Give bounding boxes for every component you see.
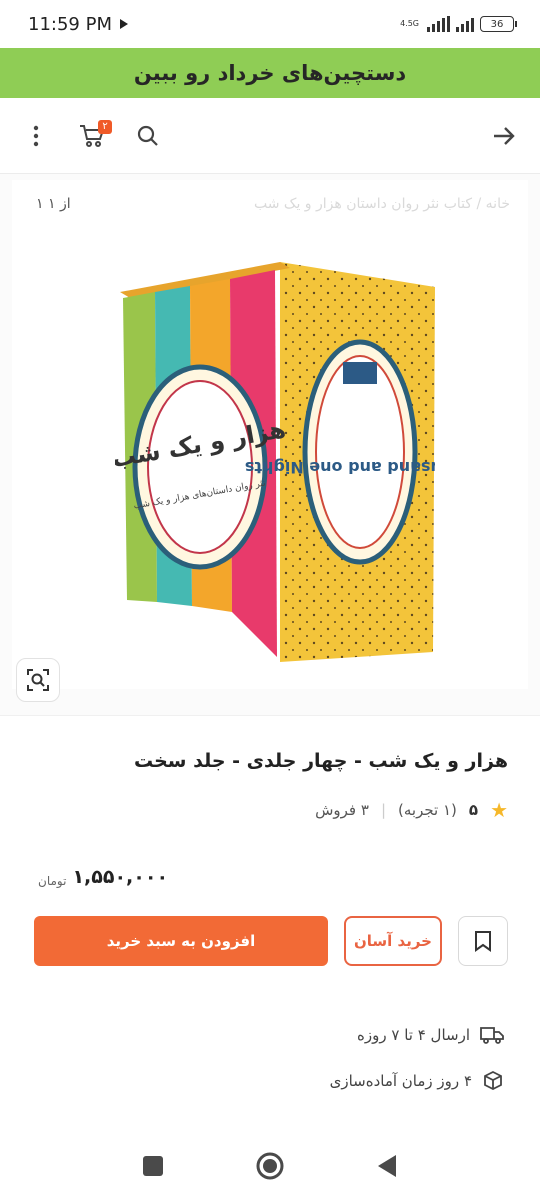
home-button[interactable] bbox=[256, 1152, 284, 1184]
easy-buy-button[interactable]: خرید آسان bbox=[344, 916, 442, 966]
star-icon: ★ bbox=[490, 798, 508, 822]
product-info: هزار و یک شب - چهار جلدی - جلد سخت ★ ۵ (… bbox=[0, 750, 540, 888]
product-gallery[interactable]: خانه / کتاب نثر روان داستان هزار و یک شب… bbox=[0, 174, 540, 716]
battery-level: 36 bbox=[490, 18, 504, 30]
shipping-info: ارسال ۴ تا ۷ روزه ۴ روز زمان آماده‌سازی bbox=[0, 1024, 540, 1092]
back-arrow-icon[interactable] bbox=[490, 122, 518, 150]
promo-text: دستچین‌های خرداد رو ببین bbox=[133, 61, 407, 85]
price-row: تومان ۱,۵۵۰,۰۰۰ bbox=[32, 866, 508, 888]
more-menu-icon[interactable] bbox=[22, 122, 50, 150]
lens-icon bbox=[27, 669, 49, 691]
review-count[interactable]: (۱ تجربه) bbox=[398, 801, 457, 819]
prep-text: ۴ روز زمان آماده‌سازی bbox=[329, 1072, 472, 1090]
home-circle-icon bbox=[256, 1152, 284, 1180]
bookmark-button[interactable] bbox=[458, 916, 508, 966]
system-nav-bar bbox=[0, 1136, 540, 1200]
breadcrumb: خانه / کتاب نثر روان داستان هزار و یک شب bbox=[253, 196, 510, 212]
purchase-actions: خرید آسان افزودن به سبد خرید bbox=[0, 916, 540, 966]
delivery-text: ارسال ۴ تا ۷ روزه bbox=[357, 1026, 470, 1044]
price: ۱,۵۵۰,۰۰۰ bbox=[72, 866, 169, 888]
square-icon bbox=[143, 1156, 163, 1176]
image-counter: ۱ از ۱ bbox=[36, 196, 71, 212]
add-to-cart-button[interactable]: افزودن به سبد خرید bbox=[34, 916, 328, 966]
delivery-row: ارسال ۴ تا ۷ روزه bbox=[36, 1024, 504, 1046]
toolbar-actions: ۲ bbox=[22, 119, 162, 150]
rating-value: ۵ bbox=[468, 801, 479, 819]
bookmark-icon bbox=[475, 931, 491, 952]
status-left: 11:59 PM bbox=[28, 14, 128, 35]
cart-badge: ۲ bbox=[98, 119, 112, 134]
back-button[interactable] bbox=[376, 1154, 398, 1182]
currency: تومان bbox=[38, 874, 67, 888]
cart-button[interactable]: ۲ bbox=[78, 119, 112, 150]
top-toolbar: ۲ bbox=[0, 98, 540, 174]
rating-row: ★ ۵ (۱ تجربه) | ۳ فروش bbox=[32, 798, 508, 822]
battery-icon: 36 bbox=[480, 16, 517, 32]
network-type: 4.5G bbox=[400, 19, 419, 28]
triangle-back-icon bbox=[378, 1155, 396, 1177]
media-play-icon bbox=[119, 19, 128, 29]
status-right: 4.5G 36 bbox=[400, 16, 517, 32]
product-image: هزار و یک شب نثر روان داستان‌های هزار و … bbox=[115, 262, 435, 662]
cover-english: Thousand and one Nights bbox=[245, 458, 435, 477]
divider: | bbox=[380, 801, 386, 819]
product-title: هزار و یک شب - چهار جلدی - جلد سخت bbox=[133, 750, 508, 772]
prep-row: ۴ روز زمان آماده‌سازی bbox=[36, 1070, 504, 1092]
visual-search-button[interactable] bbox=[16, 658, 60, 702]
truck-icon bbox=[480, 1027, 504, 1044]
status-time: 11:59 PM bbox=[28, 13, 112, 35]
status-bar: 11:59 PM 4.5G 36 bbox=[0, 0, 540, 48]
package-icon bbox=[484, 1070, 502, 1091]
recents-button[interactable] bbox=[142, 1155, 164, 1181]
sales-count: ۳ فروش bbox=[315, 801, 369, 819]
promo-banner[interactable]: دستچین‌های خرداد رو ببین bbox=[0, 48, 540, 98]
search-icon[interactable] bbox=[134, 122, 162, 150]
signal-icon bbox=[427, 16, 450, 32]
signal-icon-2 bbox=[456, 16, 474, 32]
